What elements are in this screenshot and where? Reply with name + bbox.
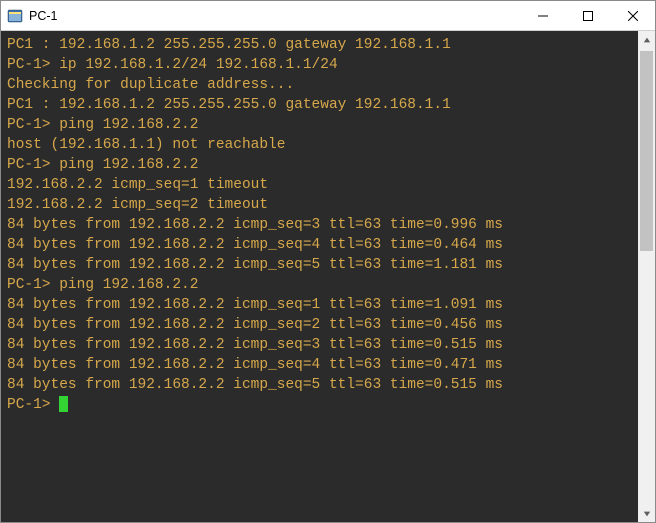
terminal-line: PC-1> ip 192.168.1.2/24 192.168.1.1/24 xyxy=(7,55,634,75)
client-area: PC1 : 192.168.1.2 255.255.255.0 gateway … xyxy=(1,31,655,522)
window-title: PC-1 xyxy=(29,9,57,23)
terminal-line: 84 bytes from 192.168.2.2 icmp_seq=2 ttl… xyxy=(7,315,634,335)
cursor xyxy=(59,396,68,412)
minimize-button[interactable] xyxy=(520,1,565,30)
close-button[interactable] xyxy=(610,1,655,30)
prompt-text: PC-1> xyxy=(7,397,59,413)
terminal-line: PC-1> ping 192.168.2.2 xyxy=(7,115,634,135)
window-controls xyxy=(520,1,655,30)
terminal-line: PC1 : 192.168.1.2 255.255.255.0 gateway … xyxy=(7,35,634,55)
terminal-line: 84 bytes from 192.168.2.2 icmp_seq=3 ttl… xyxy=(7,215,634,235)
terminal-line: 84 bytes from 192.168.2.2 icmp_seq=4 ttl… xyxy=(7,355,634,375)
terminal-line: PC1 : 192.168.1.2 255.255.255.0 gateway … xyxy=(7,95,634,115)
terminal-line: 84 bytes from 192.168.2.2 icmp_seq=5 ttl… xyxy=(7,375,634,395)
window-titlebar[interactable]: PC-1 xyxy=(1,1,655,31)
terminal-line: host (192.168.1.1) not reachable xyxy=(7,135,634,155)
scroll-thumb[interactable] xyxy=(640,51,653,251)
scroll-up-arrow[interactable] xyxy=(638,31,655,48)
terminal-line: 192.168.2.2 icmp_seq=1 timeout xyxy=(7,175,634,195)
scroll-down-arrow[interactable] xyxy=(638,505,655,522)
maximize-button[interactable] xyxy=(565,1,610,30)
terminal-line: PC-1> ping 192.168.2.2 xyxy=(7,155,634,175)
terminal-line: 192.168.2.2 icmp_seq=2 timeout xyxy=(7,195,634,215)
terminal-output[interactable]: PC1 : 192.168.1.2 255.255.255.0 gateway … xyxy=(1,31,638,522)
terminal-line: 84 bytes from 192.168.2.2 icmp_seq=4 ttl… xyxy=(7,235,634,255)
prompt-line[interactable]: PC-1> xyxy=(7,395,634,415)
terminal-line: 84 bytes from 192.168.2.2 icmp_seq=5 ttl… xyxy=(7,255,634,275)
terminal-line: 84 bytes from 192.168.2.2 icmp_seq=3 ttl… xyxy=(7,335,634,355)
vertical-scrollbar[interactable] xyxy=(638,31,655,522)
app-icon xyxy=(7,8,23,24)
terminal-line: 84 bytes from 192.168.2.2 icmp_seq=1 ttl… xyxy=(7,295,634,315)
terminal-line: PC-1> ping 192.168.2.2 xyxy=(7,275,634,295)
terminal-line: Checking for duplicate address... xyxy=(7,75,634,95)
